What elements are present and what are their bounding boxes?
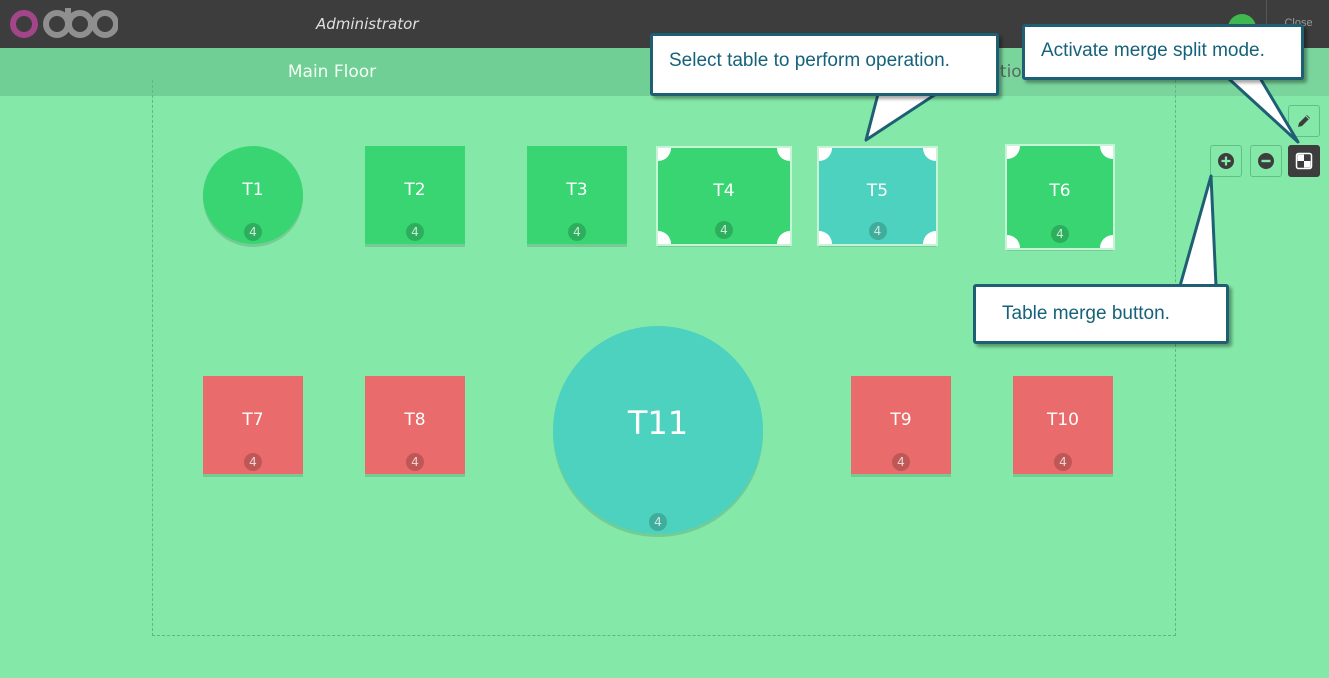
- table-name: T4: [713, 181, 735, 201]
- table-t11[interactable]: T11 4: [553, 326, 763, 534]
- table-seats: 4: [1054, 453, 1072, 471]
- table-seats: 4: [892, 453, 910, 471]
- callout-select-table-text: Select table to perform operation.: [669, 50, 950, 71]
- remove-table-button[interactable]: [1250, 145, 1282, 177]
- table-t7[interactable]: T7 4: [203, 376, 303, 474]
- minus-circle-icon: [1258, 153, 1274, 169]
- table-t10[interactable]: T10 4: [1013, 376, 1113, 474]
- callout-merge-button-text: Table merge button.: [1002, 303, 1170, 324]
- table-name: T11: [627, 404, 689, 442]
- merge-split-button[interactable]: [1288, 145, 1320, 177]
- table-seats: 4: [406, 453, 424, 471]
- callout-select-table: Select table to perform operation.: [650, 33, 999, 96]
- odoo-logo: [10, 8, 118, 38]
- edit-floor-button[interactable]: [1288, 105, 1320, 137]
- table-t8[interactable]: T8 4: [365, 376, 465, 474]
- table-seats: 4: [649, 513, 667, 531]
- plus-circle-icon: [1218, 153, 1234, 169]
- table-seats: 4: [406, 223, 424, 241]
- table-seats: 4: [715, 221, 733, 239]
- callout-merge-split-mode: Activate merge split mode.: [1022, 24, 1304, 80]
- user-name[interactable]: Administrator: [316, 15, 419, 33]
- table-name: T10: [1046, 410, 1080, 430]
- table-name: T2: [404, 180, 426, 200]
- merge-split-icon: [1295, 152, 1313, 170]
- table-name: T3: [566, 180, 588, 200]
- table-name: T9: [890, 410, 912, 430]
- table-name: T7: [242, 410, 264, 430]
- table-seats: 4: [568, 223, 586, 241]
- table-t5[interactable]: T5 4: [817, 146, 938, 246]
- table-name: T1: [242, 180, 264, 200]
- callout-merge-split-mode-text: Activate merge split mode.: [1041, 40, 1265, 61]
- pencil-icon: [1298, 115, 1310, 127]
- table-t4[interactable]: T4 4: [656, 146, 792, 246]
- table-t9[interactable]: T9 4: [851, 376, 951, 474]
- table-name: T5: [866, 181, 889, 201]
- callout-merge-button: Table merge button.: [973, 284, 1229, 344]
- table-t6[interactable]: T6 4: [1005, 144, 1115, 250]
- table-t3[interactable]: T3 4: [527, 146, 627, 244]
- table-seats: 4: [244, 453, 262, 471]
- table-seats: 4: [868, 222, 887, 240]
- table-seats: 4: [1051, 225, 1069, 243]
- table-name: T8: [404, 410, 426, 430]
- table-t2[interactable]: T2 4: [365, 146, 465, 244]
- table-t1[interactable]: T1 4: [203, 146, 303, 244]
- table-seats: 4: [244, 223, 262, 241]
- add-table-button[interactable]: [1210, 145, 1242, 177]
- table-name: T6: [1049, 181, 1071, 201]
